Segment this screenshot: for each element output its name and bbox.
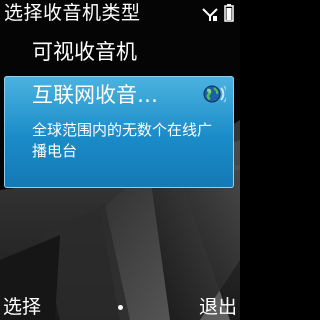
menu-item-internet-radio[interactable]: 互联网收音… 全球范围内的无数个在线广播电台	[4, 76, 234, 188]
center-indicator-dot	[118, 305, 123, 310]
status-icons	[202, 4, 234, 22]
menu-item-visual-radio[interactable]: 可视收音机	[0, 32, 240, 72]
title-bar: 选择收音机类型	[0, 0, 240, 26]
softkey-bar: 选择 退出	[0, 290, 240, 320]
menu-item-label: 互联网收音…	[32, 83, 158, 107]
battery-icon	[224, 4, 234, 22]
menu-item-label: 可视收音机	[32, 40, 137, 64]
exit-softkey[interactable]: 退出	[199, 295, 237, 319]
signal-antenna-icon	[202, 8, 218, 21]
select-softkey[interactable]: 选择	[3, 295, 41, 319]
menu-item-description: 全球范围内的无数个在线广播电台	[32, 121, 213, 160]
page-title: 选择收音机类型	[4, 2, 141, 24]
globe-icon	[203, 85, 226, 103]
